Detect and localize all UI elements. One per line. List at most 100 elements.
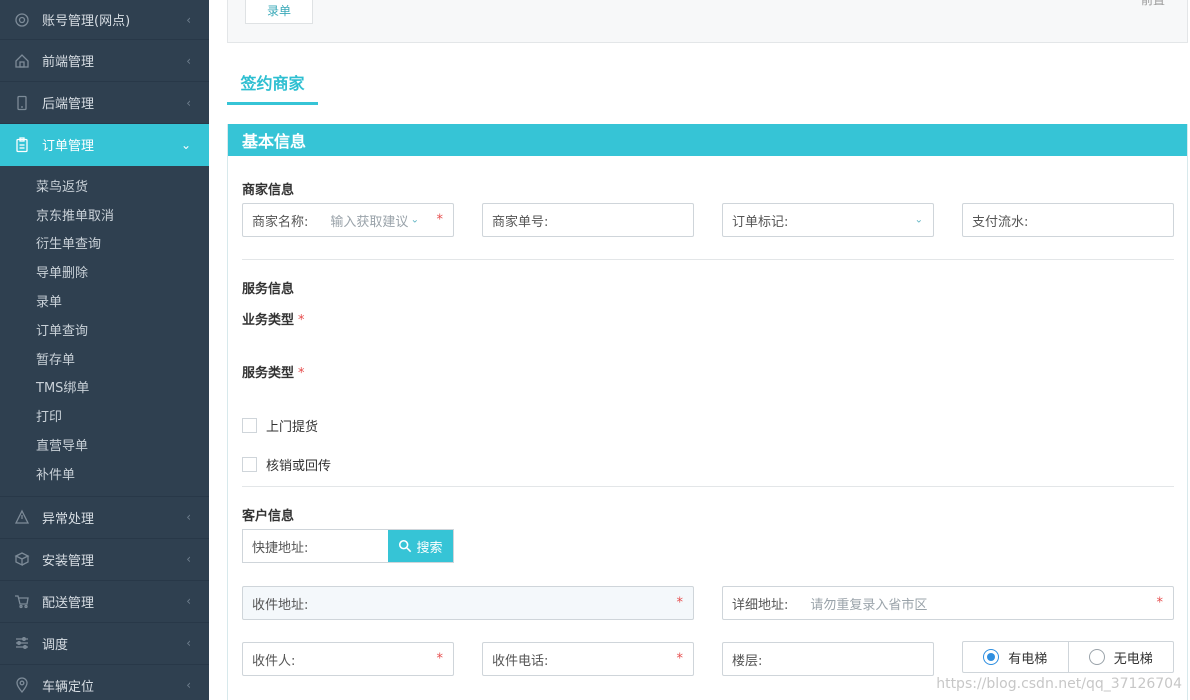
radio-unchecked[interactable] [1088, 649, 1105, 665]
customer-section-title: 客户信息 [242, 509, 295, 524]
submenu-item[interactable]: 菜鸟返货 [0, 171, 209, 200]
submenu-item[interactable]: 订单查询 [0, 315, 209, 344]
nav-item-label: 配送管理 [42, 595, 95, 611]
checkbox-label: 核销或回传 [266, 459, 332, 474]
chevron-down-icon: ⌄ [410, 214, 419, 226]
cart-icon [14, 593, 30, 609]
field-label: 楼层: [732, 653, 763, 669]
verify-checkbox-row[interactable]: 核销或回传 [242, 455, 331, 474]
service-section-title: 服务信息 [242, 282, 295, 297]
elevator-yes-option[interactable]: 有电梯 [963, 642, 1068, 672]
order-mark-select[interactable]: 订单标记: ⌄ [722, 203, 934, 237]
recipient-phone-field[interactable]: 收件电话: * [482, 642, 694, 676]
submenu-item[interactable]: 暂存单 [0, 344, 209, 373]
chevron-left-icon: ‹ [186, 12, 191, 27]
merchant-name-field[interactable]: 商家名称: 输入获取建议 ⌄ * [242, 203, 454, 237]
nav-item-label: 前端管理 [42, 55, 95, 70]
tab-entry[interactable]: 录单 [245, 0, 313, 24]
chevron-left-icon: ‹ [186, 594, 191, 609]
submenu-item[interactable]: 补件单 [0, 459, 209, 488]
nav-item-label: 账号管理(网点) [42, 14, 131, 29]
pin-icon [14, 677, 30, 694]
recipient-address-field[interactable]: 收件地址: * [242, 586, 694, 620]
service-type-label: 服务类型 * [242, 366, 305, 381]
chevron-left-icon: ‹ [186, 95, 191, 110]
orders-submenu: 菜鸟返货 京东推单取消 衍生单查询 导单删除 录单 订单查询 暂存单 TMS绑单… [0, 166, 209, 497]
basic-info-panel: 基本信息 商家信息 商家名称: 输入获取建议 ⌄ * 商家单号: 订单标记: ⌄… [227, 124, 1188, 700]
field-label: 收件电话: [492, 653, 549, 669]
watermark: https://blog.csdn.net/qq_37126704 [936, 676, 1182, 692]
detail-address-field[interactable]: 详细地址: 请勿重复录入省市区 * [722, 586, 1174, 620]
quick-address-search: 快捷地址: 搜索 [242, 529, 454, 563]
nav-item-backend[interactable]: 后端管理 ‹ [0, 82, 209, 124]
sidebar: 账号管理(网点) ‹ 前端管理 ‹ 后端管理 ‹ 订单管理 ⌄ 菜鸟返货 京东推… [0, 0, 209, 700]
chevron-down-icon: ⌄ [914, 214, 923, 226]
nav-item-label: 后端管理 [42, 97, 95, 112]
nav-item-vehicle[interactable]: 车辆定位 ‹ [0, 665, 209, 700]
checkbox-label: 上门提货 [266, 420, 319, 435]
field-placeholder: 输入获取建议 [330, 214, 409, 230]
pickup-checkbox[interactable] [242, 418, 257, 433]
elevator-no-option[interactable]: 无电梯 [1067, 642, 1174, 672]
sliders-icon [14, 635, 30, 651]
recipient-name-field[interactable]: 收件人: * [242, 642, 454, 676]
nav-item-label: 安装管理 [42, 553, 95, 569]
submenu-item[interactable]: TMS绑单 [0, 373, 209, 402]
submenu-item[interactable]: 打印 [0, 401, 209, 430]
search-icon [399, 539, 412, 553]
divider [242, 486, 1174, 487]
divider [242, 259, 1174, 260]
tab-signed-merchant[interactable]: 签约商家 [227, 62, 318, 105]
nav-item-label: 车辆定位 [42, 679, 95, 695]
chevron-down-icon: ⌄ [180, 137, 191, 152]
field-label: 详细地址: [732, 597, 789, 613]
required-mark: * [436, 212, 444, 228]
required-mark: * [436, 651, 444, 667]
elevator-radio-group: 有电梯 无电梯 [962, 641, 1174, 673]
verify-checkbox[interactable] [242, 457, 257, 472]
submenu-item[interactable]: 录单 [0, 286, 209, 315]
payment-serial-field[interactable]: 支付流水: [962, 203, 1174, 237]
search-button[interactable]: 搜索 [388, 530, 453, 562]
field-placeholder: 请勿重复录入省市区 [810, 597, 928, 613]
top-tabs-bar: 录单 前置 [227, 0, 1188, 43]
business-type-label: 业务类型 * [242, 313, 305, 328]
floor-field[interactable]: 楼层: [722, 642, 934, 676]
pickup-checkbox-row[interactable]: 上门提货 [242, 416, 318, 435]
nav-item-exceptions[interactable]: 异常处理 ‹ [0, 497, 209, 539]
quick-address-input[interactable]: 快捷地址: [243, 530, 388, 562]
submenu-item[interactable]: 直营导单 [0, 430, 209, 459]
required-mark: * [676, 595, 684, 611]
submenu-item[interactable]: 京东推单取消 [0, 200, 209, 229]
field-label: 订单标记: [732, 214, 789, 230]
submenu-item[interactable]: 导单删除 [0, 257, 209, 286]
field-label: 收件地址: [252, 597, 309, 613]
chevron-left-icon: ‹ [186, 510, 191, 525]
home-icon [14, 53, 30, 69]
nav-item-account[interactable]: 账号管理(网点) ‹ [0, 0, 209, 40]
nav-item-label: 调度 [42, 637, 69, 653]
nav-item-orders[interactable]: 订单管理 ⌄ [0, 124, 209, 166]
field-label: 收件人: [252, 653, 296, 669]
field-label: 商家单号: [492, 214, 549, 230]
chevron-left-icon: ‹ [186, 552, 191, 567]
required-mark: * [676, 651, 684, 667]
submenu-item[interactable]: 衍生单查询 [0, 229, 209, 258]
radio-checked[interactable] [983, 649, 1000, 665]
chevron-left-icon: ‹ [186, 53, 191, 68]
box-icon [14, 551, 30, 567]
top-corner-text: 前置 [1140, 0, 1165, 7]
panel-title: 基本信息 [228, 124, 1187, 156]
nav-item-frontend[interactable]: 前端管理 ‹ [0, 40, 209, 82]
nav-item-label: 订单管理 [42, 139, 95, 154]
field-label: 支付流水: [972, 214, 1029, 230]
chevron-left-icon: ‹ [186, 678, 191, 693]
main-content: 录单 前置 签约商家 基本信息 商家信息 商家名称: 输入获取建议 ⌄ * 商家… [209, 0, 1190, 700]
nav-item-dispatch[interactable]: 调度 ‹ [0, 623, 209, 665]
merchant-section-title: 商家信息 [242, 183, 295, 198]
nav-item-delivery[interactable]: 配送管理 ‹ [0, 581, 209, 623]
nav-item-install[interactable]: 安装管理 ‹ [0, 539, 209, 581]
alert-icon [14, 509, 30, 525]
gear-icon [14, 12, 30, 28]
merchant-order-no-field[interactable]: 商家单号: [482, 203, 694, 237]
